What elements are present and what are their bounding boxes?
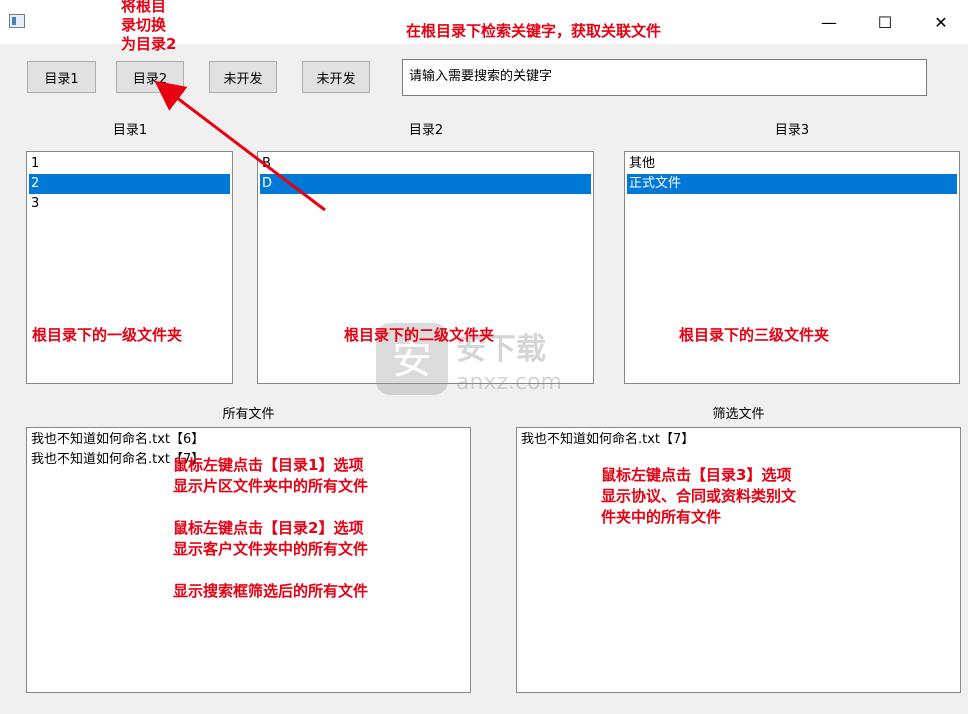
- maximize-button[interactable]: ☐: [862, 0, 908, 44]
- dir3-label: 目录3: [774, 123, 810, 138]
- dir3-item[interactable]: 其他: [627, 154, 957, 174]
- filtered-files-label: 筛选文件: [712, 407, 765, 422]
- dir3-item[interactable]: 正式文件: [627, 174, 957, 194]
- app-icon: [9, 14, 25, 28]
- filtered-files-annotation: 鼠标左键点击【目录3】选项 显示协议、合同或资料类别文 件夹中的所有文件: [601, 466, 797, 526]
- dir1-item[interactable]: 1: [29, 154, 230, 174]
- dir1-label: 目录1: [112, 123, 148, 138]
- level1-annotation: 根目录下的一级文件夹: [32, 326, 183, 344]
- undeveloped-button-2[interactable]: 未开发: [302, 61, 370, 93]
- filtered-files-item[interactable]: 我也不知道如何命名.txt【7】: [519, 430, 958, 450]
- all-files-item[interactable]: 我也不知道如何命名.txt【6】: [29, 430, 468, 450]
- dir2-listbox[interactable]: BD: [257, 151, 594, 384]
- dir1-item[interactable]: 3: [29, 194, 230, 214]
- dir2-item[interactable]: B: [260, 154, 591, 174]
- dir3-listbox[interactable]: 其他 正式文件: [624, 151, 960, 384]
- minimize-button[interactable]: —: [806, 0, 852, 44]
- search-hint-annotation: 在根目录下检索关键字，获取关联文件: [406, 22, 662, 40]
- dir2-button[interactable]: 目录2: [116, 61, 184, 93]
- dir1-button[interactable]: 目录1: [27, 61, 96, 93]
- dir2-label: 目录2: [408, 123, 444, 138]
- all-files-annotation: 鼠标左键点击【目录1】选项 显示片区文件夹中的所有文件 鼠标左键点击【目录2】选…: [173, 456, 369, 600]
- close-button[interactable]: ✕: [918, 0, 964, 44]
- switch-root-annotation: 将根目 录切换 为目录2: [121, 0, 177, 53]
- dir1-item[interactable]: 2: [29, 174, 230, 194]
- undeveloped-button-1[interactable]: 未开发: [209, 61, 277, 93]
- level3-annotation: 根目录下的三级文件夹: [679, 326, 830, 344]
- dir1-listbox[interactable]: 123: [26, 151, 233, 384]
- level2-annotation: 根目录下的二级文件夹: [344, 326, 495, 344]
- all-files-label: 所有文件: [222, 407, 275, 422]
- search-input[interactable]: 请输入需要搜索的关键字: [402, 59, 927, 96]
- dir2-item[interactable]: D: [260, 174, 591, 194]
